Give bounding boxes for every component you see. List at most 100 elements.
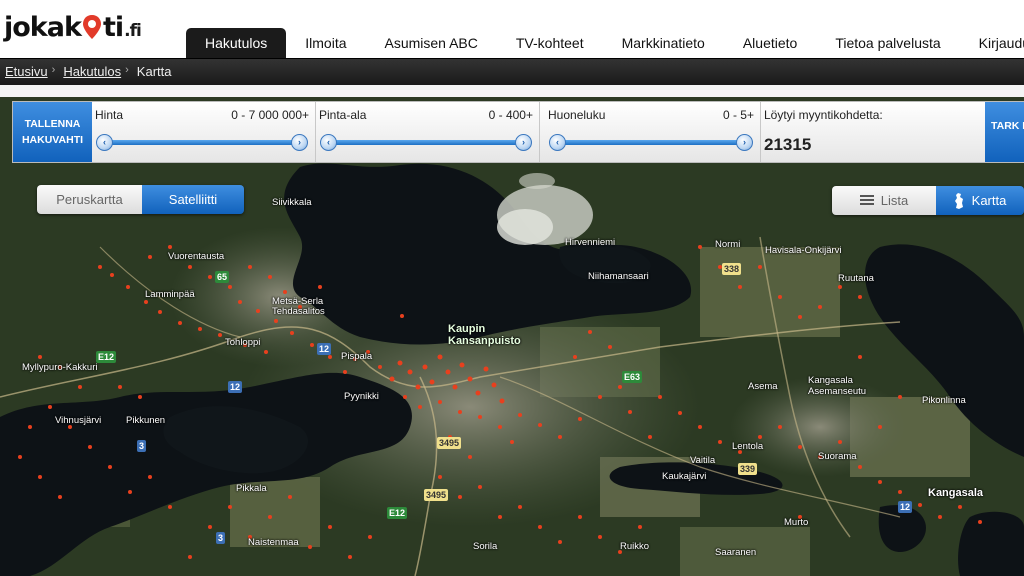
map-label-pikkala: Pikkala: [236, 483, 267, 494]
map-label-pispala: Pispala: [341, 351, 373, 362]
map-label-vuorentausta: Vuorentausta: [168, 251, 225, 262]
breadcrumb-current: Kartta: [136, 64, 172, 79]
area-max-handle[interactable]: ›: [515, 134, 532, 151]
satellite-map[interactable]: Siivikkala Vuorentausta Lamminpää Myllyp…: [0, 97, 1024, 576]
breadcrumb-separator: ›: [125, 64, 129, 76]
map-label-kaupin: Kaupin Kansanpuisto: [448, 323, 521, 347]
road-sign-65: 65: [215, 271, 230, 283]
tab-aluetieto[interactable]: Aluetieto: [724, 28, 816, 58]
tab-tv-kohteet[interactable]: TV-kohteet: [497, 28, 603, 58]
breadcrumb-separator: ›: [51, 64, 56, 76]
road-sign-3: 3: [216, 532, 226, 544]
map-label-kaukajarvi: Kaukajärvi: [662, 471, 707, 482]
road-sign-3495: 3495: [437, 437, 462, 449]
map-view-option[interactable]: Kartta: [936, 186, 1024, 215]
finland-map-icon: [954, 192, 963, 209]
breadcrumb: Etusivu › Hakutulos › Kartta: [5, 64, 171, 79]
price-label: Hinta: [95, 108, 124, 122]
area-slider-track[interactable]: [328, 140, 524, 145]
map-label-sorila: Sorila: [473, 541, 498, 552]
results-label: Löytyi myyntikohdetta:: [764, 108, 883, 122]
road-sign-3495: 3495: [424, 489, 449, 501]
refine-search-button[interactable]: TARK HAK: [985, 102, 1024, 162]
area-min-handle[interactable]: ‹: [320, 134, 337, 151]
breadcrumb-home[interactable]: Etusivu: [5, 64, 48, 79]
results-count: 21315: [764, 135, 812, 154]
tab-kirjaudu[interactable]: Kirjaudu: [960, 28, 1024, 58]
list-view-option[interactable]: Lista: [832, 186, 936, 215]
map-label-pikkunen: Pikkunen: [126, 415, 166, 426]
area-label: Pinta-ala: [319, 108, 367, 122]
logo-domain: .fi: [124, 21, 142, 41]
map-label-kangasala: Kangasala: [928, 487, 984, 499]
map-label-ruikko: Ruikko: [620, 541, 650, 552]
header-strip: [0, 85, 1024, 97]
road-sign-12: 12: [898, 501, 913, 513]
tab-markkinatieto[interactable]: Markkinatieto: [603, 28, 724, 58]
price-filter: Hinta 0 - 7 000 000+ ‹ ›: [92, 102, 316, 162]
rooms-label: Huoneluku: [548, 108, 606, 122]
main-nav: Hakutulos Ilmoita Asumisen ABC TV-kohtee…: [186, 28, 1024, 58]
map-view-label: Kartta: [971, 193, 1007, 208]
search-filter-panel: TALLENNA HAKUVAHTI Hinta 0 - 7 000 000+ …: [12, 101, 1024, 163]
map-label-hirvenniemi: Hirvenniemi: [565, 237, 616, 248]
map-label-murto: Murto: [784, 517, 809, 528]
map-type-toggle: Peruskartta Satelliitti: [37, 185, 244, 214]
road-sign-12: 12: [228, 381, 243, 393]
map-label-siivikkala: Siivikkala: [272, 197, 312, 208]
map-label-normi: Normi: [715, 239, 741, 250]
price-slider-track[interactable]: [104, 140, 300, 145]
price-range-value: 0 - 7 000 000+: [231, 108, 309, 122]
rooms-range-value: 0 - 5+: [722, 108, 754, 122]
road-sign-e12: E12: [387, 507, 408, 519]
area-filter: Pinta-ala 0 - 400+ ‹ ›: [316, 102, 540, 162]
map-label-vihnusjarvi: Vihnusjärvi: [55, 415, 102, 426]
rooms-slider-track[interactable]: [552, 140, 745, 145]
map-label-tohloppi: Tohloppi: [225, 337, 261, 348]
satellite-map-option[interactable]: Satelliitti: [142, 185, 244, 214]
road-sign-e63: E63: [622, 371, 643, 383]
map-label-niihamansaari: Niihamansaari: [588, 271, 649, 282]
breadcrumb-bar: Etusivu › Hakutulos › Kartta: [0, 58, 1024, 85]
list-icon: [859, 194, 874, 207]
breadcrumb-results[interactable]: Hakutulos: [63, 64, 121, 79]
price-min-handle[interactable]: ‹: [96, 134, 113, 151]
map-label-naistenmaa: Naistenmaa: [248, 537, 299, 548]
tab-tietoa-palvelusta[interactable]: Tietoa palvelusta: [816, 28, 959, 58]
map-label-metsa-serla: Metsä-Serla Tehdasalitos: [272, 296, 325, 317]
view-toggle: Lista Kartta: [832, 186, 1024, 215]
map-label-pikonlinna: Pikonlinna: [922, 395, 966, 406]
tab-asumisen-abc[interactable]: Asumisen ABC: [366, 28, 497, 58]
road-sign-339: 339: [738, 463, 758, 475]
logo-text-start: jokak: [4, 12, 82, 43]
map-label-pyynikki: Pyynikki: [344, 391, 379, 402]
map-label-lamminpaa: Lamminpää: [145, 289, 195, 300]
save-search-alert-button[interactable]: TALLENNA HAKUVAHTI: [13, 102, 92, 162]
map-label-myllypuro: Myllypuro-Kakkuri: [22, 362, 98, 373]
road-sign-3: 3: [137, 440, 147, 452]
list-view-label: Lista: [880, 193, 909, 208]
top-header: jokak ti .fi Hakutulos Ilmoita Asumisen …: [0, 0, 1024, 58]
rooms-filter: Huoneluku 0 - 5+ ‹ ›: [540, 102, 761, 162]
map-label-vaitila: Vaitila: [690, 455, 716, 466]
tab-hakutulos[interactable]: Hakutulos: [186, 28, 287, 58]
map-label-lentola: Lentola: [732, 441, 764, 452]
map-label-asema: Asema: [748, 381, 778, 392]
logo-text-end: ti: [102, 12, 124, 43]
map-label-havisala: Havisala-Onkijärvi: [765, 245, 842, 256]
road-sign-338: 338: [722, 263, 742, 275]
jokakoti-logo[interactable]: jokak ti .fi: [4, 10, 142, 43]
basic-map-option[interactable]: Peruskartta: [37, 185, 142, 214]
map-label-kangasala-asemanseutu: Kangasala Asemanseutu: [808, 375, 867, 397]
map-label-suorama: Suorama: [818, 451, 857, 462]
area-range-value: 0 - 400+: [488, 108, 533, 122]
rooms-min-handle[interactable]: ‹: [549, 134, 566, 151]
tab-ilmoita[interactable]: Ilmoita: [286, 28, 365, 58]
map-label-ruutana: Ruutana: [838, 273, 874, 284]
map-label-saaranen: Saaranen: [715, 547, 757, 558]
location-pin-icon: [82, 14, 102, 40]
road-sign-e12: E12: [96, 351, 117, 363]
rooms-max-handle[interactable]: ›: [736, 134, 753, 151]
price-max-handle[interactable]: ›: [291, 134, 308, 151]
road-sign-12: 12: [317, 343, 332, 355]
